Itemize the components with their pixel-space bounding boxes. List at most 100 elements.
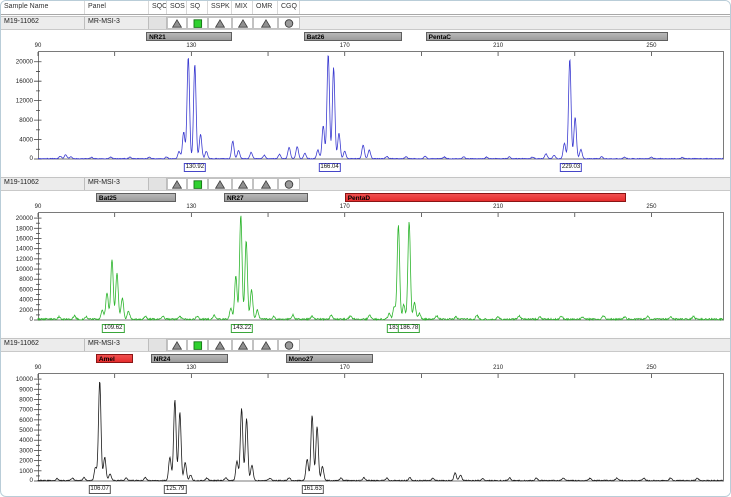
plot-border: [39, 374, 724, 482]
y-axis-tick-label: 7000: [19, 407, 33, 414]
panel-name-cell[interactable]: MR-MSI-3: [85, 339, 149, 351]
warning-triangle-icon: [172, 180, 182, 189]
warning-triangle-icon: [215, 341, 225, 350]
quality-flag-omr-cell[interactable]: [253, 178, 278, 190]
marker-bar-pentad[interactable]: PentaD: [345, 193, 626, 202]
peak-size-label[interactable]: 109.62: [102, 324, 124, 333]
marker-bar-amel[interactable]: Amel: [96, 354, 133, 363]
y-axis-tick-label: 2000: [19, 307, 33, 314]
quality-flag-sos-cell[interactable]: [167, 17, 187, 29]
column-header-sspk[interactable]: SSPK: [208, 1, 232, 14]
marker-bar-pentac[interactable]: PentaC: [426, 32, 668, 41]
y-axis-tick-label: 16000: [16, 78, 34, 85]
sample-name-cell[interactable]: M19-11062: [1, 17, 85, 29]
quality-flag-mix-cell[interactable]: [232, 178, 253, 190]
quality-flag-sq-cell[interactable]: [187, 178, 208, 190]
peak-size-label[interactable]: 161.63: [301, 485, 323, 494]
y-axis-tick-label: 20000: [16, 215, 34, 222]
column-header-panel[interactable]: Panel: [85, 1, 149, 14]
warning-triangle-icon: [172, 19, 182, 28]
column-header-sq[interactable]: SQ: [187, 1, 208, 14]
quality-flag-mix-cell[interactable]: [232, 17, 253, 29]
quality-flag-sos-cell[interactable]: [167, 178, 187, 190]
quality-flag-cgq-cell[interactable]: [278, 17, 300, 29]
quality-flag-omr-cell[interactable]: [253, 339, 278, 351]
panel-name-cell[interactable]: MR-MSI-3: [85, 17, 149, 29]
marker-label: Amel: [97, 355, 115, 364]
quality-flag-sspk-cell[interactable]: [208, 178, 232, 190]
plot-border: [39, 213, 724, 321]
marker-bar-mono27[interactable]: Mono27: [286, 354, 374, 363]
quality-flag-sos-cell[interactable]: [167, 339, 187, 351]
electropherogram-panel: M19-11062MR-MSI-3Bat25NR27PentaD90130170…: [1, 177, 731, 335]
quality-flag-cgq-cell[interactable]: [278, 178, 300, 190]
sample-info-row: M19-11062MR-MSI-3: [1, 17, 731, 30]
marker-label: NR24: [152, 355, 171, 364]
electropherogram-plot[interactable]: 0200040006000800010000120001400016000180…: [1, 212, 731, 322]
warning-triangle-icon: [261, 341, 271, 350]
marker-label: Bat26: [305, 33, 325, 42]
peak-size-label[interactable]: 186.78: [398, 324, 420, 333]
sqo-flag-cell: [149, 17, 167, 29]
marker-bar-nr24[interactable]: NR24: [151, 354, 228, 363]
x-axis-tick-label: 210: [493, 204, 503, 211]
quality-flag-sq-cell[interactable]: [187, 17, 208, 29]
peak-size-label[interactable]: 143.22: [231, 324, 253, 333]
warning-triangle-icon: [172, 341, 182, 350]
column-header-sos[interactable]: SOS: [167, 1, 187, 14]
quality-flag-sspk-cell[interactable]: [208, 17, 232, 29]
column-header-omr[interactable]: OMR: [253, 1, 278, 14]
y-axis-tick-label: 4000: [19, 137, 33, 144]
x-axis-tick-label: 170: [340, 43, 350, 50]
marker-bar-nr21[interactable]: NR21: [146, 32, 231, 41]
column-header-mix[interactable]: MIX: [232, 1, 253, 14]
y-axis-tick-label: 10000: [16, 266, 34, 273]
x-axis-tick-label: 250: [646, 43, 656, 50]
peak-size-label[interactable]: 166.04: [318, 163, 340, 172]
y-axis-tick-label: 4000: [19, 297, 33, 304]
genotyping-analysis-window: Sample NamePanelSQOSOSSQSSPKMIXOMRCGQ M1…: [0, 0, 731, 497]
quality-flag-sspk-cell[interactable]: [208, 339, 232, 351]
marker-bar-bat25[interactable]: Bat25: [96, 193, 176, 202]
x-axis-tick-label: 250: [646, 204, 656, 211]
status-circle-icon: [284, 341, 294, 350]
peak-size-label[interactable]: 229.03: [560, 163, 582, 172]
plot-area: Bat25NR27PentaD9013017021025002000400060…: [1, 191, 731, 336]
column-header-sqo[interactable]: SQO: [149, 1, 167, 14]
peak-size-label[interactable]: 125.79: [164, 485, 186, 494]
y-axis-tick-label: 18000: [16, 225, 34, 232]
plot-area: AmelNR24Mono2790130170210250010002000300…: [1, 352, 731, 497]
quality-flag-omr-cell[interactable]: [253, 17, 278, 29]
warning-triangle-icon: [215, 19, 225, 28]
column-header-sample-name[interactable]: Sample Name: [1, 1, 85, 14]
quality-flag-cgq-cell[interactable]: [278, 339, 300, 351]
table-header-row: Sample NamePanelSQOSOSSQSSPKMIXOMRCGQ: [1, 1, 731, 15]
marker-bar-nr27[interactable]: NR27: [224, 193, 308, 202]
y-axis-tick-label: 9000: [19, 386, 33, 393]
sqo-flag-cell: [149, 178, 167, 190]
marker-bar-bat26[interactable]: Bat26: [304, 32, 403, 41]
quality-flag-mix-cell[interactable]: [232, 339, 253, 351]
column-header-cgq[interactable]: CGQ: [278, 1, 300, 14]
marker-label: Mono27: [287, 355, 314, 364]
status-square-icon: [193, 341, 203, 350]
y-axis-tick-label: 12000: [16, 256, 34, 263]
marker-label: NR21: [147, 33, 166, 42]
sample-info-row: M19-11062MR-MSI-3: [1, 339, 731, 352]
y-axis-tick-label: 10000: [16, 376, 34, 383]
electropherogram-plot[interactable]: 0100020003000400050006000700080009000100…: [1, 373, 731, 483]
status-square-icon: [193, 180, 203, 189]
panel-name-cell[interactable]: MR-MSI-3: [85, 178, 149, 190]
electropherogram-plot[interactable]: 040008000120001600020000: [1, 51, 731, 161]
peak-size-label[interactable]: 106.07: [88, 485, 110, 494]
peak-size-label[interactable]: 130.92: [184, 163, 206, 172]
quality-flag-sq-cell[interactable]: [187, 339, 208, 351]
warning-triangle-icon: [215, 180, 225, 189]
y-axis-tick-label: 0: [30, 316, 34, 322]
sample-name-cell[interactable]: M19-11062: [1, 178, 85, 190]
y-axis-tick-label: 3000: [19, 447, 33, 454]
y-axis-tick-label: 16000: [16, 235, 34, 242]
x-axis-tick-label: 210: [493, 43, 503, 50]
sample-name-cell[interactable]: M19-11062: [1, 339, 85, 351]
y-axis-tick-label: 6000: [19, 417, 33, 424]
